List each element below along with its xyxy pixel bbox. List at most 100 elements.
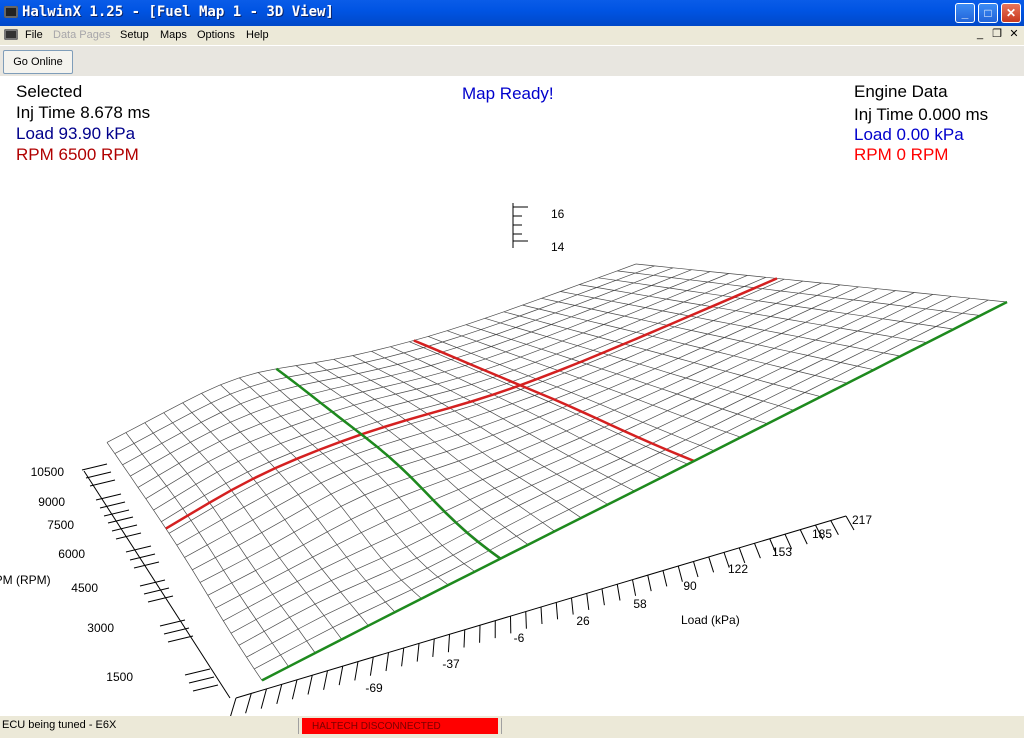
- load-tick-mark: [338, 666, 344, 686]
- surface-grid-line: [220, 384, 422, 599]
- connection-status: HALTECH DISCONNECTED: [302, 718, 498, 734]
- mdi-minimize-button[interactable]: _: [973, 28, 987, 41]
- title-bar: HalwinX 1.25 - [Fuel Map 1 - 3D View] _ …: [0, 0, 1024, 26]
- load-tick-mark: [369, 656, 374, 676]
- load-tick-mark: [799, 529, 808, 545]
- toolbar: Go Online: [0, 45, 1024, 77]
- surface-grid-line: [314, 362, 555, 532]
- load-tick-mark: [571, 597, 574, 615]
- menu-file[interactable]: File: [25, 29, 43, 41]
- surface-grid-line: [238, 295, 952, 646]
- load-tick-mark: [647, 575, 652, 592]
- surface-grid-line: [371, 350, 635, 492]
- rpm-tick-mark: [147, 595, 174, 603]
- surface-grid-line: [257, 372, 476, 572]
- maximize-button[interactable]: □: [978, 3, 998, 23]
- z-tick-16: 16: [551, 207, 565, 221]
- load-tick-mark: [693, 561, 699, 578]
- load-tick-label: -37: [442, 657, 460, 671]
- window-title: HalwinX 1.25 - [Fuel Map 1 - 3D View]: [22, 4, 334, 20]
- load-tick-mark: [291, 679, 298, 700]
- rpm-tick-mark: [81, 463, 108, 471]
- menu-setup[interactable]: Setup: [120, 29, 149, 41]
- load-tick-mark: [677, 565, 683, 582]
- selected-rpm-line: [165, 277, 778, 530]
- load-tick-label: 90: [683, 579, 697, 593]
- fuel-map-3d-plot[interactable]: 16 14 10500 9000 7500 6000 4500 3000 1500 217 1…: [0, 76, 1024, 716]
- load-tick-label: 185: [812, 527, 832, 541]
- rpm-tick-label: 3000: [87, 621, 114, 635]
- load-tick-mark: [276, 684, 283, 705]
- load-tick-label: -69: [365, 681, 383, 695]
- rpm-tick-mark: [188, 676, 215, 684]
- rpm-tick-label: 4500: [71, 581, 98, 595]
- load-tick-mark: [230, 697, 237, 716]
- surface-grid-line: [125, 432, 289, 667]
- menu-help[interactable]: Help: [246, 29, 269, 41]
- rpm-tick-mark: [167, 635, 194, 643]
- menu-maps[interactable]: Maps: [160, 29, 187, 41]
- rpm-tick-mark: [129, 553, 156, 561]
- load-tick-mark: [463, 629, 466, 648]
- load-tick-mark: [616, 584, 621, 601]
- rpm-tick-mark: [125, 545, 152, 553]
- load-tick-mark: [540, 606, 543, 625]
- load-tick-mark: [525, 611, 527, 629]
- ecu-status: ECU being tuned - E6X: [2, 719, 117, 731]
- load-tick-mark: [738, 547, 746, 564]
- load-tick-mark: [586, 593, 590, 610]
- surface-grid-line: [598, 277, 954, 330]
- load-tick-mark: [662, 570, 668, 587]
- rpm-tick-mark: [133, 561, 160, 569]
- load-tick-mark: [307, 675, 313, 695]
- rpm-tick-mark: [111, 524, 138, 532]
- status-bar: ECU being tuned - E6X HALTECH DISCONNECT…: [0, 716, 1024, 738]
- surface-grid-line: [230, 294, 933, 634]
- engine-rpm-line: [275, 367, 502, 560]
- load-tick-mark: [401, 647, 405, 667]
- rpm-tick-mark: [107, 516, 134, 524]
- load-tick-mark: [708, 556, 715, 573]
- app-icon[interactable]: [4, 6, 18, 18]
- rpm-tick-mark: [143, 587, 170, 595]
- surface-grid-line: [106, 442, 263, 681]
- surface-grid-line: [168, 278, 785, 534]
- rpm-tick-mark: [115, 532, 142, 540]
- load-tick-mark: [245, 693, 252, 714]
- rpm-tick-mark: [192, 684, 219, 692]
- mdi-close-button[interactable]: ✕: [1007, 28, 1021, 41]
- z-axis: 16 14: [512, 203, 565, 254]
- rpm-axis-line: [83, 470, 231, 699]
- load-tick-label: 153: [772, 545, 792, 559]
- surface-grid-line: [144, 422, 316, 654]
- load-tick-mark: [323, 670, 328, 690]
- mdi-restore-button[interactable]: ❐: [990, 28, 1004, 41]
- load-tick-mark: [555, 602, 559, 620]
- surface-grid-line: [176, 280, 804, 546]
- surface-grid-line: [295, 365, 529, 545]
- surface-grid-line: [201, 393, 396, 613]
- rpm-axis-label: RPM (RPM): [0, 573, 51, 587]
- rpm-tick-mark: [89, 479, 116, 487]
- document-icon[interactable]: [4, 29, 18, 40]
- load-tick-label: 26: [576, 614, 590, 628]
- load-tick-mark: [632, 579, 637, 596]
- surface-grid-line: [333, 358, 582, 519]
- rpm-tick-label: 7500: [47, 518, 74, 532]
- load-tick-mark: [447, 634, 450, 653]
- menu-options[interactable]: Options: [197, 29, 235, 41]
- menu-bar: File Data Pages Setup Maps Options Help …: [0, 26, 1024, 45]
- surface-grid-line: [617, 270, 981, 316]
- rpm-tick-mark: [85, 471, 112, 479]
- go-online-button[interactable]: Go Online: [3, 50, 73, 74]
- close-button[interactable]: ✕: [1001, 3, 1021, 23]
- load-tick-mark: [260, 688, 267, 709]
- rpm-tick-label: 6000: [58, 547, 85, 561]
- load-tick-mark: [416, 643, 420, 662]
- surface-grid-line: [246, 297, 971, 658]
- surface-grid-line: [182, 402, 369, 626]
- rpm-tick-label: 9000: [38, 495, 65, 509]
- load-tick-mark: [754, 543, 761, 559]
- menu-data-pages[interactable]: Data Pages: [53, 29, 110, 41]
- minimize-button[interactable]: _: [955, 3, 975, 23]
